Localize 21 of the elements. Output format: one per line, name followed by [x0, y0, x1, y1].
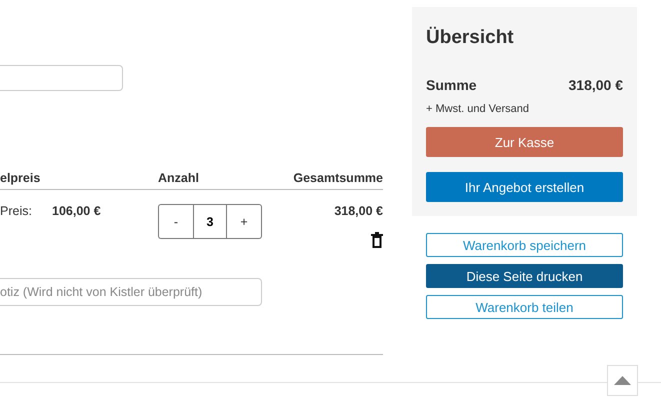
caret-up-icon [614, 376, 631, 385]
panel-title: Übersicht [426, 27, 515, 49]
quantity-field[interactable]: 3 [193, 204, 227, 239]
input-field[interactable] [0, 65, 123, 91]
scroll-top-button[interactable] [607, 365, 638, 396]
column-header: elpreis [0, 171, 42, 185]
cart-action-button[interactable]: Diese Seite drucken [426, 264, 623, 288]
column-header: Gesamtsumme [293, 171, 383, 185]
price-label: Preis: [0, 204, 33, 218]
increase-button[interactable]: + [227, 204, 262, 239]
unit-price: 106,00 € [52, 204, 102, 218]
action-button[interactable]: Zur Kasse [426, 127, 623, 157]
column-header: Anzahl [158, 171, 200, 185]
note-field[interactable]: otiz (Wird nicht von Kistler überprüft) [0, 278, 262, 306]
action-button[interactable]: Ihr Angebot erstellen [426, 172, 623, 202]
sum-value: 318,00 € [568, 77, 623, 93]
decrease-button[interactable]: - [158, 204, 193, 239]
total-price: 318,00 € [334, 204, 383, 218]
trash-icon[interactable] [371, 232, 383, 248]
tax-note: + Mwst. und Versand [426, 103, 530, 115]
sum-label: Summe [426, 77, 477, 93]
